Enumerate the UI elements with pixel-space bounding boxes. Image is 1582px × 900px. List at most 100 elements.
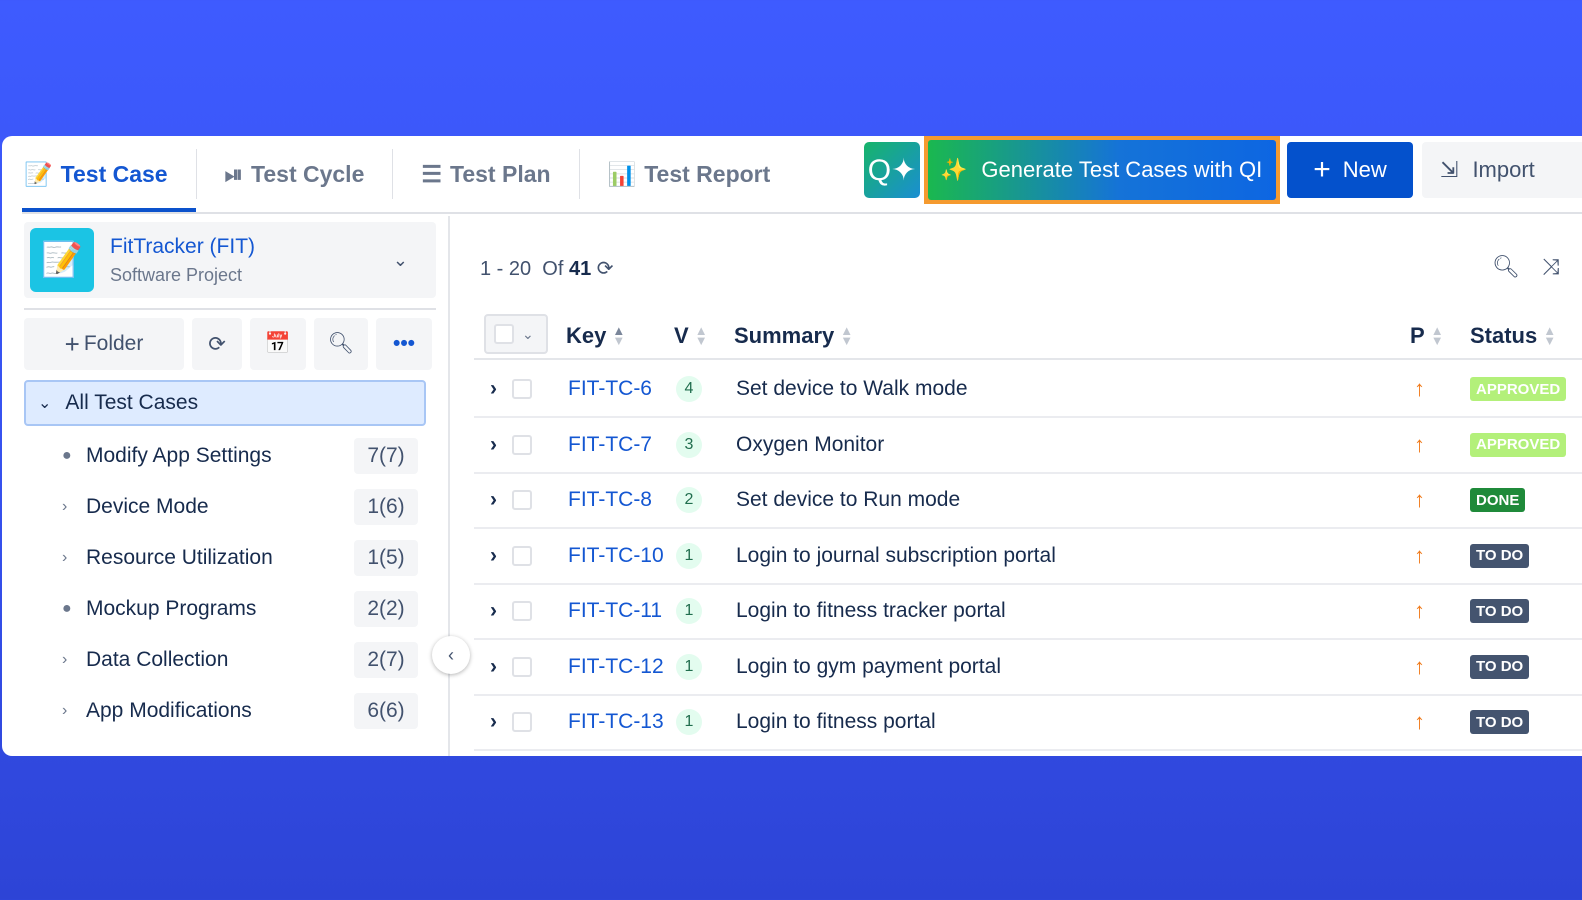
folder-item[interactable]: ● Mockup Programs 2(2) xyxy=(62,591,418,627)
list-doc-icon: ☰ xyxy=(421,160,442,187)
search-button[interactable]: 🔍︎ xyxy=(1492,254,1520,280)
priority-high-icon: ↑ xyxy=(1414,431,1425,457)
refresh-button[interactable]: ⟳ xyxy=(192,318,242,370)
version-badge: 1 xyxy=(676,598,702,624)
priority-high-icon: ↑ xyxy=(1414,653,1425,679)
chevron-down-icon: ⌄ xyxy=(392,249,408,270)
column-priority[interactable]: P ▲ ▼ xyxy=(1410,312,1444,360)
project-avatar: 📝 xyxy=(30,228,94,292)
divider xyxy=(448,216,450,756)
test-case-summary[interactable]: Oxygen Monitor xyxy=(736,418,884,472)
qi-search-button[interactable]: Q✦ xyxy=(864,142,920,198)
chevron-right-icon[interactable]: › xyxy=(62,498,86,516)
add-folder-button[interactable]: + Folder xyxy=(24,318,184,370)
folder-item[interactable]: ● Modify App Settings 7(7) xyxy=(62,438,418,474)
tab-test-cycle[interactable]: ⏯ Test Cycle xyxy=(195,149,393,199)
project-selector[interactable]: 📝 FitTracker (FIT) Software Project ⌄ xyxy=(24,222,436,298)
folder-item[interactable]: › Resource Utilization 1(5) xyxy=(62,540,418,576)
folder-count: 2(2) xyxy=(354,591,418,627)
table-row[interactable]: › FIT-TC-11 1 Login to fitness tracker p… xyxy=(474,584,1582,640)
sidebar: 📝 FitTracker (FIT) Software Project ⌄ + Fo… xyxy=(22,214,450,756)
row-checkbox[interactable] xyxy=(512,601,532,621)
test-case-summary[interactable]: Set device to Run mode xyxy=(736,473,960,527)
bullet-icon: ● xyxy=(62,600,72,617)
chevron-left-icon: ‹ xyxy=(448,644,454,665)
row-checkbox[interactable] xyxy=(512,379,532,399)
checkbox[interactable] xyxy=(494,324,514,344)
folder-item[interactable]: › App Modifications 6(6) xyxy=(62,693,418,729)
row-checkbox[interactable] xyxy=(512,656,532,677)
test-case-summary[interactable]: Login to fitness portal xyxy=(736,695,936,749)
column-status[interactable]: Status ▲ ▼ xyxy=(1470,312,1556,360)
table-header: ⌄ Key ▲ ▼ V ▲ ▼ Summary ▲ ▼ P ▲ ▼ Status ▲ ▼ xyxy=(474,312,1582,360)
more-button[interactable]: ••• xyxy=(376,318,432,370)
sort-icon: ▲ ▼ xyxy=(612,323,626,348)
row-checkbox[interactable] xyxy=(512,490,532,510)
chevron-right-icon[interactable]: › xyxy=(62,651,86,669)
version-badge: 3 xyxy=(676,431,702,458)
table-row[interactable]: › FIT-TC-7 3 Oxygen Monitor ↑ APPROVED xyxy=(474,418,1582,474)
sort-by-date-button[interactable]: 📅 xyxy=(250,318,306,370)
test-case-key[interactable]: FIT-TC-6 xyxy=(568,362,652,416)
expand-row-icon[interactable]: › xyxy=(490,640,497,694)
folder-count: 1(6) xyxy=(354,489,418,525)
test-case-key[interactable]: FIT-TC-11 xyxy=(568,584,662,638)
priority-high-icon: ↑ xyxy=(1414,487,1425,512)
test-case-key[interactable]: FIT-TC-12 xyxy=(568,640,664,694)
test-case-key[interactable]: FIT-TC-10 xyxy=(568,529,664,583)
test-case-key[interactable]: FIT-TC-8 xyxy=(568,473,652,527)
row-checkbox[interactable] xyxy=(512,712,532,732)
expand-row-icon[interactable]: › xyxy=(490,584,497,638)
table-row[interactable]: › FIT-TC-10 1 Login to journal subscript… xyxy=(474,529,1582,585)
expand-row-icon[interactable]: › xyxy=(490,362,497,416)
table-row[interactable]: › FIT-TC-12 1 Login to gym payment porta… xyxy=(474,640,1582,696)
tab-test-case[interactable]: 📝 Test Case xyxy=(22,136,196,212)
table-row[interactable]: › FIT-TC-6 4 Set device to Walk mode ↑ A… xyxy=(474,362,1582,418)
refresh-icon[interactable]: ⟳ xyxy=(597,258,614,280)
column-version[interactable]: V ▲ ▼ xyxy=(674,312,708,360)
row-checkbox[interactable] xyxy=(512,434,532,455)
test-case-summary[interactable]: Login to fitness tracker portal xyxy=(736,584,1006,638)
expand-row-icon[interactable]: › xyxy=(490,418,497,472)
test-case-summary[interactable]: Login to journal subscription portal xyxy=(736,529,1056,583)
folder-all-test-cases[interactable]: ⌄ All Test Cases xyxy=(24,380,426,426)
bar-chart-icon: 📊 xyxy=(607,160,637,187)
test-case-summary[interactable]: Set device to Walk mode xyxy=(736,362,968,416)
folder-item[interactable]: › Data Collection 2(7) xyxy=(62,642,418,678)
import-button[interactable]: ⇲ Import xyxy=(1422,142,1582,198)
status-badge: DONE xyxy=(1470,488,1526,512)
collapse-sidebar-button[interactable]: ‹ xyxy=(432,636,470,674)
test-case-key[interactable]: FIT-TC-13 xyxy=(568,695,664,749)
generate-test-cases-button[interactable]: ✨ Generate Test Cases with QI xyxy=(928,140,1276,200)
tab-test-plan[interactable]: ☰ Test Plan xyxy=(392,149,578,199)
expand-row-icon[interactable]: › xyxy=(490,529,497,583)
version-badge: 1 xyxy=(676,653,702,680)
table-row[interactable]: › FIT-TC-8 2 Set device to Run mode ↑ DO… xyxy=(474,473,1582,529)
sparkle-icon: ✨ xyxy=(940,157,968,182)
status-badge: APPROVED xyxy=(1470,432,1567,457)
version-badge: 2 xyxy=(676,487,702,513)
row-checkbox[interactable] xyxy=(512,545,532,566)
priority-high-icon: ↑ xyxy=(1414,598,1425,623)
generate-highlight: ✨ Generate Test Cases with QI xyxy=(924,136,1280,204)
select-all-dropdown[interactable]: ⌄ xyxy=(484,314,548,354)
folder-item[interactable]: › Device Mode 1(6) xyxy=(62,489,418,525)
chevron-right-icon[interactable]: › xyxy=(62,549,86,567)
chevron-right-icon[interactable]: › xyxy=(62,702,86,720)
expand-row-icon[interactable]: › xyxy=(490,695,497,749)
test-case-summary[interactable]: Login to gym payment portal xyxy=(736,640,1001,694)
project-type: Software Project xyxy=(110,264,243,285)
column-summary[interactable]: Summary ▲ ▼ xyxy=(734,312,853,360)
column-key[interactable]: Key ▲ ▼ xyxy=(566,312,625,360)
new-button[interactable]: + New xyxy=(1287,142,1413,198)
shuffle-button[interactable]: ⤨ xyxy=(1542,254,1560,280)
expand-row-icon[interactable]: › xyxy=(490,473,497,527)
table-row[interactable]: › FIT-TC-13 1 Login to fitness portal ↑ … xyxy=(474,695,1582,751)
test-case-key[interactable]: FIT-TC-7 xyxy=(568,418,652,472)
search-folder-button[interactable]: 🔍︎ xyxy=(314,318,368,370)
sort-icon: ▲ ▼ xyxy=(1543,323,1557,348)
status-badge: TO DO xyxy=(1470,654,1530,679)
tab-test-report[interactable]: 📊 Test Report xyxy=(578,149,799,199)
more-icon: ••• xyxy=(392,332,416,355)
folder-count: 2(7) xyxy=(354,642,418,678)
